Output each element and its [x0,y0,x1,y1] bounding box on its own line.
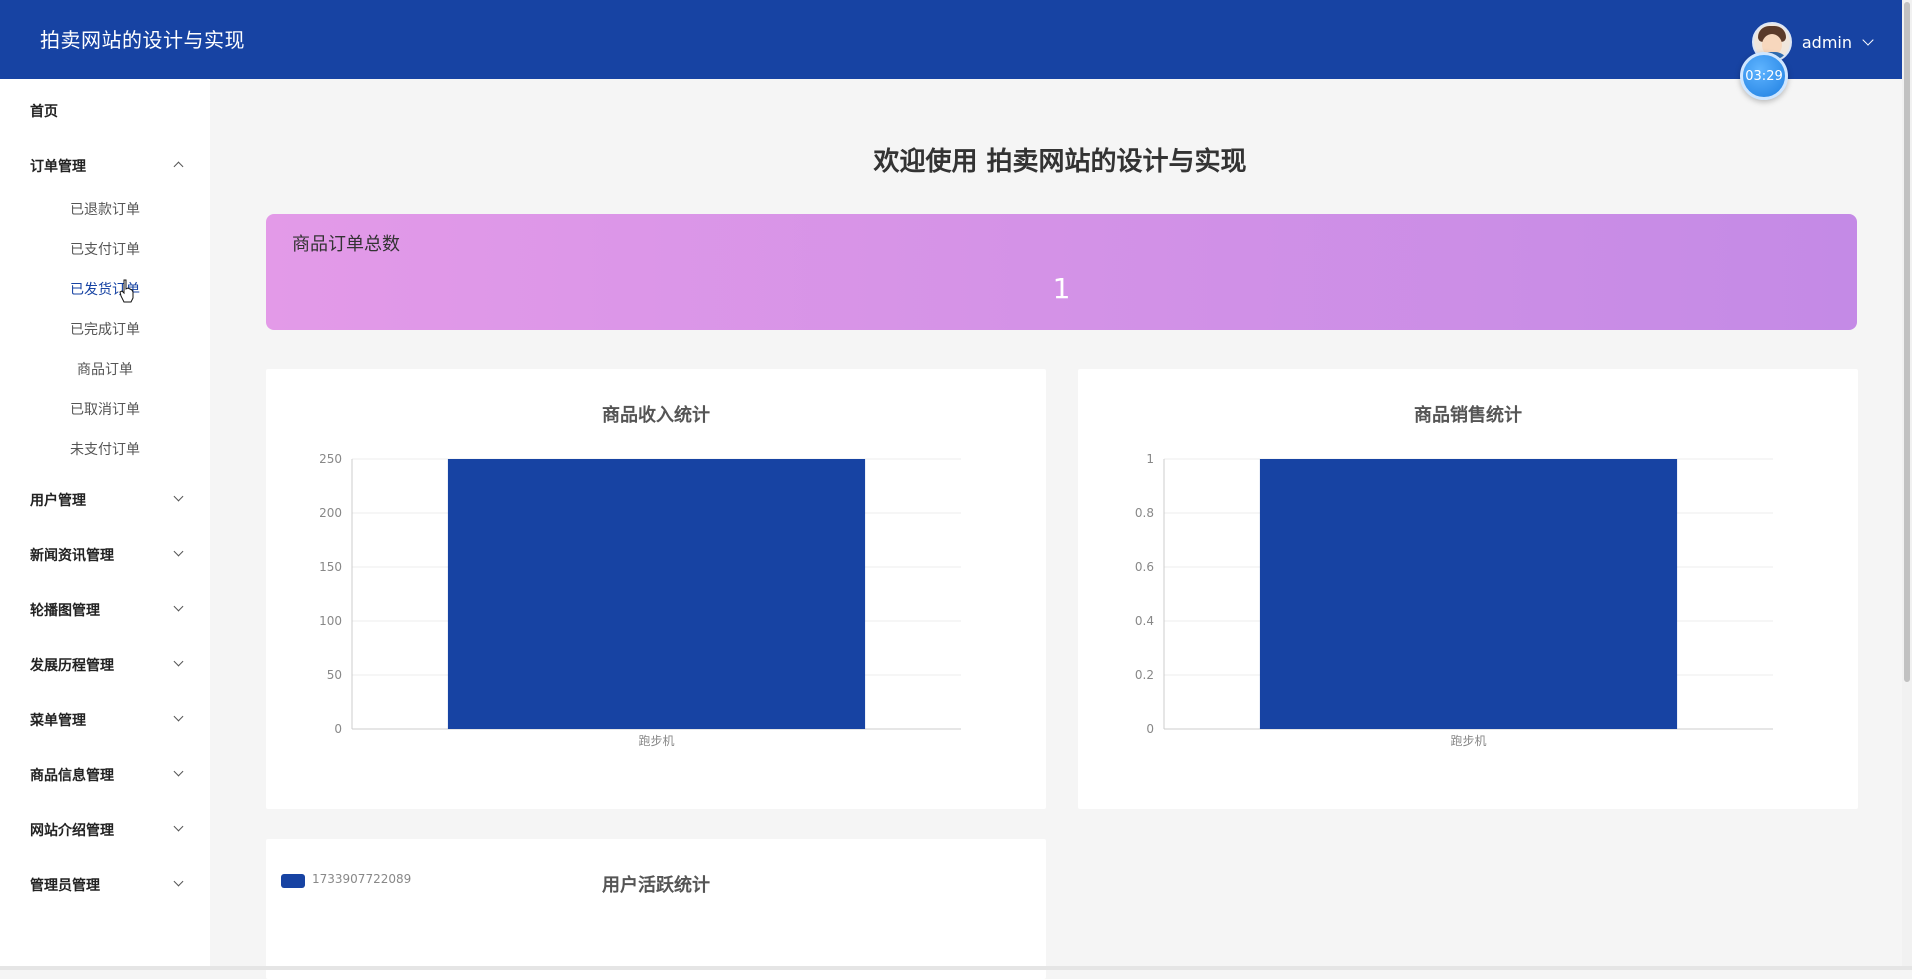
top-header: 拍卖网站的设计与实现 admin [0,0,1912,79]
y-tick-label: 0.2 [1135,668,1154,682]
sidebar-item-paid-orders[interactable]: 已支付订单 [0,239,210,259]
y-tick-label: 0.8 [1135,506,1154,520]
chart-title: 用户活跃统计 [602,875,710,896]
chevron-down-icon[interactable] [1862,34,1874,46]
sidebar-group-label: 管理员管理 [30,878,100,894]
y-tick-label: 250 [319,452,342,466]
chevron-down-icon [173,656,184,667]
sidebar-group-label: 用户管理 [30,493,86,509]
sales-chart-card: 商品销售统计 0 0.2 0.4 0.6 0.8 1 跑步机 [1078,369,1858,809]
sidebar-group-admins[interactable]: 管理员管理 [30,864,190,904]
y-tick-label: 150 [319,560,342,574]
user-name[interactable]: admin [1802,33,1852,52]
bar [1259,459,1678,729]
bar [447,459,866,729]
y-tick-label: 0.4 [1135,614,1154,628]
bottom-scrollbar[interactable] [0,966,1912,970]
chevron-down-icon [173,876,184,887]
activity-chart-card: 1733907722089 用户活跃统计 [266,839,1046,979]
y-tick-label: 0.6 [1135,560,1154,574]
chevron-up-icon [173,161,184,172]
chevron-down-icon [173,711,184,722]
orders-total-card: 商品订单总数 1 [266,214,1857,330]
page-title: 欢迎使用 拍卖网站的设计与实现 [873,147,1247,177]
y-tick-label: 50 [327,668,342,682]
sidebar-item-refunded-orders[interactable]: 已退款订单 [0,199,210,219]
y-tick-label: 200 [319,506,342,520]
income-chart-card: 商品收入统计 0 50 100 150 200 250 跑步机 [266,369,1046,809]
chevron-down-icon [173,601,184,612]
sidebar-item-shipped-orders[interactable]: 已发货订单 [0,279,210,299]
sidebar: 首页 订单管理 已退款订单 已支付订单 已发货订单 已完成订单 商品订单 已取消… [0,79,210,970]
sidebar-item-cancelled-orders[interactable]: 已取消订单 [0,399,210,419]
sales-bar-chart: 0 0.2 0.4 0.6 0.8 1 跑步机 [1135,452,1773,748]
sidebar-group-history[interactable]: 发展历程管理 [30,644,190,684]
sidebar-group-carousel[interactable]: 轮播图管理 [30,589,190,629]
x-tick-label: 跑步机 [1450,734,1486,748]
chevron-down-icon [173,821,184,832]
sidebar-group-site-intro[interactable]: 网站介绍管理 [30,809,190,849]
sidebar-group-label: 菜单管理 [30,713,86,729]
sidebar-group-label: 新闻资讯管理 [30,548,114,564]
sidebar-group-users[interactable]: 用户管理 [30,479,190,519]
scrollbar-thumb[interactable] [1904,2,1910,682]
sidebar-group-label: 轮播图管理 [30,603,100,619]
sidebar-group-label: 商品信息管理 [30,768,114,784]
chevron-down-icon [173,491,184,502]
y-tick-label: 0 [1146,722,1154,736]
sidebar-group-menu[interactable]: 菜单管理 [30,699,190,739]
sidebar-item-unpaid-orders[interactable]: 未支付订单 [0,439,210,459]
y-tick-label: 1 [1146,452,1154,466]
sidebar-group-products[interactable]: 商品信息管理 [30,754,190,794]
site-title: 拍卖网站的设计与实现 [40,28,245,52]
sidebar-item-home[interactable]: 首页 [30,101,58,121]
income-bar-chart: 0 50 100 150 200 250 跑步机 [319,452,961,748]
hand-cursor-icon [119,279,134,303]
sidebar-item-completed-orders[interactable]: 已完成订单 [0,319,210,339]
chevron-down-icon [173,766,184,777]
chevron-down-icon [173,546,184,557]
sidebar-group-news[interactable]: 新闻资讯管理 [30,534,190,574]
main-content: 欢迎使用 拍卖网站的设计与实现 商品订单总数 1 商品收入统计 0 50 100 15… [210,79,1902,979]
card-label: 商品订单总数 [292,234,400,255]
sidebar-item-product-orders[interactable]: 商品订单 [0,359,210,379]
sidebar-group-label: 订单管理 [30,159,86,175]
page-scrollbar[interactable] [1902,0,1912,970]
y-tick-label: 100 [319,614,342,628]
sidebar-group-label: 发展历程管理 [30,658,114,674]
y-tick-label: 0 [334,722,342,736]
sidebar-group-orders[interactable]: 订单管理 [30,145,190,185]
x-tick-label: 跑步机 [638,734,674,748]
card-value: 1 [1052,272,1071,305]
sidebar-group-label: 网站介绍管理 [30,823,114,839]
